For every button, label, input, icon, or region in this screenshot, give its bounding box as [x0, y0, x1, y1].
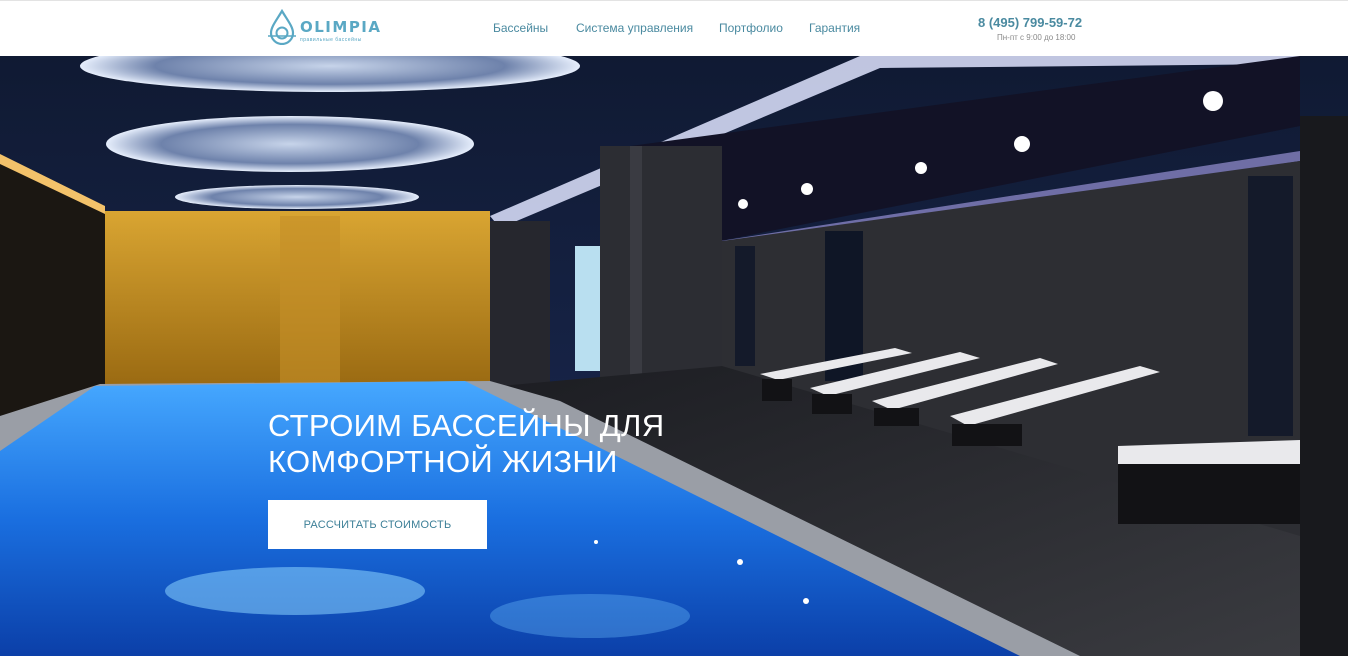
indoor-pool-photo: [0, 56, 1348, 656]
nav-item-pools[interactable]: Бассейны: [493, 21, 548, 35]
brand-name: OLIMPIA: [300, 18, 382, 36]
brand-logo[interactable]: OLIMPIA правильные бассейны: [266, 8, 386, 49]
brand-tagline: правильные бассейны: [300, 37, 362, 43]
phone-number[interactable]: 8 (495) 799-59-72: [978, 15, 1082, 30]
hero-headline: СТРОИМ БАССЕЙНЫ ДЛЯ КОМФОРТНОЙ ЖИЗНИ: [268, 408, 664, 480]
nav-item-portfolio[interactable]: Портфолио: [719, 21, 783, 35]
hero-headline-line-1: СТРОИМ БАССЕЙНЫ ДЛЯ: [268, 408, 665, 443]
hero-headline-line-2: КОМФОРТНОЙ ЖИЗНИ: [268, 444, 618, 479]
calculate-cost-button[interactable]: РАССЧИТАТЬ СТОИМОСТЬ: [268, 500, 487, 549]
site-header: OLIMPIA правильные бассейны Бассейны Сис…: [0, 0, 1348, 56]
working-hours: Пн-пт с 9:00 до 18:00: [997, 33, 1076, 42]
water-drop-icon: [268, 8, 296, 46]
nav-item-control-system[interactable]: Система управления: [576, 21, 693, 35]
nav-item-warranty[interactable]: Гарантия: [809, 21, 860, 35]
hero-banner: СТРОИМ БАССЕЙНЫ ДЛЯ КОМФОРТНОЙ ЖИЗНИ РАС…: [0, 56, 1348, 656]
